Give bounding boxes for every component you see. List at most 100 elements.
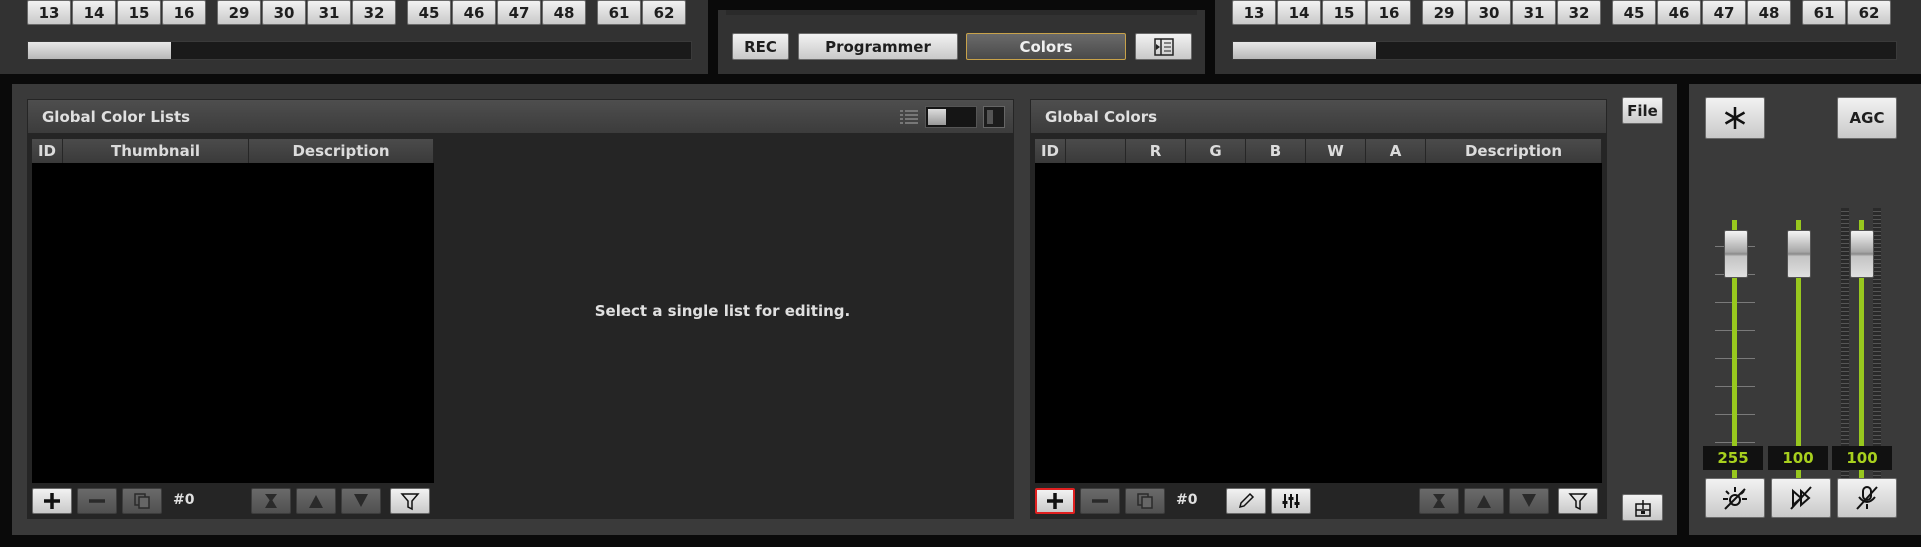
bank-button[interactable]: 31 bbox=[307, 0, 351, 25]
edit-color-button[interactable] bbox=[1226, 488, 1266, 514]
duplicate-list-button[interactable] bbox=[122, 488, 162, 514]
view-grid-icon[interactable] bbox=[983, 106, 1005, 128]
bank-scrollbar-thumb[interactable] bbox=[28, 42, 171, 59]
filter-button[interactable] bbox=[390, 488, 430, 514]
bank-button[interactable]: 48 bbox=[542, 0, 586, 25]
freeze-button[interactable] bbox=[1705, 97, 1765, 139]
bank-button[interactable]: 62 bbox=[642, 0, 686, 25]
top-right-button-bank: 13 14 15 16 29 30 31 32 45 46 47 48 61 6… bbox=[1215, 0, 1921, 74]
filter-button[interactable] bbox=[1558, 488, 1598, 514]
sliders-icon bbox=[1282, 494, 1300, 508]
duplicate-color-button[interactable] bbox=[1125, 488, 1165, 514]
bank-button[interactable]: 30 bbox=[1467, 0, 1511, 25]
panel-toggle-icon bbox=[1153, 37, 1174, 56]
view-list-icon[interactable] bbox=[899, 108, 919, 126]
move-up-button[interactable] bbox=[1464, 488, 1504, 514]
fader-value: 255 bbox=[1703, 446, 1763, 470]
column-header[interactable]: Description bbox=[249, 139, 434, 163]
remove-list-button[interactable] bbox=[77, 488, 117, 514]
move-down-button[interactable] bbox=[341, 488, 381, 514]
fader-knob[interactable] bbox=[1787, 230, 1811, 278]
column-header[interactable]: ID bbox=[32, 139, 63, 163]
colors-toolbar: #0 bbox=[1035, 488, 1602, 516]
bank-button[interactable]: 14 bbox=[1277, 0, 1321, 25]
agc-button[interactable]: AGC bbox=[1837, 97, 1897, 139]
audio-mute-button[interactable] bbox=[1837, 478, 1897, 518]
export-icon bbox=[1634, 499, 1651, 517]
bank-button[interactable]: 16 bbox=[162, 0, 206, 25]
bank-button[interactable]: 48 bbox=[1747, 0, 1791, 25]
fader-knob[interactable] bbox=[1850, 230, 1874, 278]
colors-table: ID R G B W A Description bbox=[1035, 139, 1602, 483]
snowflake-icon bbox=[1724, 107, 1746, 129]
move-top-button[interactable] bbox=[251, 488, 291, 514]
add-color-button[interactable] bbox=[1035, 488, 1075, 514]
export-button[interactable] bbox=[1622, 494, 1663, 521]
bank-buttons-left: 13 14 15 16 29 30 31 32 45 46 47 48 61 6… bbox=[27, 0, 697, 25]
arrow-down-icon bbox=[1522, 494, 1536, 507]
add-list-button[interactable] bbox=[32, 488, 72, 514]
rec-button[interactable]: REC bbox=[732, 33, 789, 60]
move-up-button[interactable] bbox=[296, 488, 336, 514]
column-header[interactable]: R bbox=[1126, 139, 1186, 163]
bank-button[interactable]: 15 bbox=[117, 0, 161, 25]
column-header[interactable]: Thumbnail bbox=[63, 139, 249, 163]
bank-button[interactable]: 46 bbox=[452, 0, 496, 25]
view-mode-slider[interactable] bbox=[925, 106, 977, 128]
table-header: ID Thumbnail Description bbox=[32, 139, 434, 163]
bank-button[interactable]: 13 bbox=[27, 0, 71, 25]
file-button[interactable]: File bbox=[1622, 97, 1663, 124]
bank-button[interactable]: 32 bbox=[352, 0, 396, 25]
bank-scrollbar-right[interactable] bbox=[1232, 41, 1897, 60]
bank-button[interactable]: 29 bbox=[1422, 0, 1466, 25]
bank-button[interactable]: 13 bbox=[1232, 0, 1276, 25]
bank-button[interactable]: 61 bbox=[1802, 0, 1846, 25]
arrow-up-icon bbox=[1477, 495, 1491, 508]
move-top-icon bbox=[265, 494, 277, 508]
blackout-button[interactable] bbox=[1705, 478, 1765, 518]
column-header[interactable]: W bbox=[1306, 139, 1366, 163]
panel-toggle-button[interactable] bbox=[1135, 33, 1192, 60]
mic-off-icon bbox=[1856, 486, 1878, 510]
bank-button[interactable]: 45 bbox=[407, 0, 451, 25]
bank-button[interactable]: 30 bbox=[262, 0, 306, 25]
top-left-button-bank: 13 14 15 16 29 30 31 32 45 46 47 48 61 6… bbox=[0, 0, 708, 74]
view-mode-slider-thumb[interactable] bbox=[928, 109, 946, 125]
fader-value: 100 bbox=[1832, 446, 1892, 470]
column-header[interactable] bbox=[1066, 139, 1126, 163]
bank-button[interactable]: 14 bbox=[72, 0, 116, 25]
move-down-button[interactable] bbox=[1509, 488, 1549, 514]
column-header[interactable]: A bbox=[1366, 139, 1426, 163]
duplicate-icon bbox=[134, 493, 150, 509]
bank-button[interactable]: 45 bbox=[1612, 0, 1656, 25]
move-top-button[interactable] bbox=[1419, 488, 1459, 514]
colors-button[interactable]: Colors bbox=[966, 33, 1126, 60]
plus-icon bbox=[44, 493, 60, 509]
speed-mute-button[interactable] bbox=[1771, 478, 1831, 518]
bank-button[interactable]: 16 bbox=[1367, 0, 1411, 25]
column-header[interactable]: B bbox=[1246, 139, 1306, 163]
bank-scrollbar-left[interactable] bbox=[27, 41, 692, 60]
bank-button[interactable]: 46 bbox=[1657, 0, 1701, 25]
bank-button[interactable]: 62 bbox=[1847, 0, 1891, 25]
column-header[interactable]: ID bbox=[1035, 139, 1066, 163]
bank-button[interactable]: 61 bbox=[597, 0, 641, 25]
remove-color-button[interactable] bbox=[1080, 488, 1120, 514]
bank-button[interactable]: 31 bbox=[1512, 0, 1556, 25]
list-editor-area: Select a single list for editing. bbox=[434, 139, 1011, 483]
arrow-up-icon bbox=[309, 495, 323, 508]
fader-knob[interactable] bbox=[1724, 230, 1748, 278]
move-top-icon bbox=[1433, 494, 1445, 508]
list-count: #0 bbox=[173, 492, 195, 508]
bank-button[interactable]: 32 bbox=[1557, 0, 1601, 25]
bank-button[interactable]: 15 bbox=[1322, 0, 1366, 25]
bank-button[interactable]: 47 bbox=[497, 0, 541, 25]
table-header: ID R G B W A Description bbox=[1035, 139, 1602, 163]
bank-button[interactable]: 29 bbox=[217, 0, 261, 25]
column-header[interactable]: G bbox=[1186, 139, 1246, 163]
bank-scrollbar-thumb[interactable] bbox=[1233, 42, 1376, 59]
bank-button[interactable]: 47 bbox=[1702, 0, 1746, 25]
column-header[interactable]: Description bbox=[1426, 139, 1602, 163]
color-mixer-button[interactable] bbox=[1271, 488, 1311, 514]
programmer-button[interactable]: Programmer bbox=[798, 33, 958, 60]
